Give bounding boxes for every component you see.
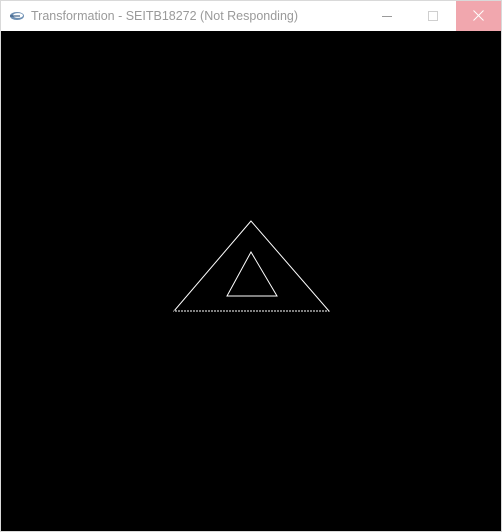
app-window: Transformation - SEITB18272 (Not Respond…: [0, 0, 502, 532]
maximize-icon: [428, 11, 438, 21]
minimize-icon: [382, 16, 392, 17]
title-bar[interactable]: Transformation - SEITB18272 (Not Respond…: [1, 1, 501, 31]
eclipse-app-icon: [10, 12, 24, 20]
drawing-surface: [172, 220, 331, 312]
maximize-button[interactable]: [410, 1, 455, 31]
close-button[interactable]: [456, 1, 501, 31]
outer-triangle: [172, 220, 331, 312]
minimize-button[interactable]: [364, 1, 409, 31]
drawing-canvas[interactable]: [1, 31, 501, 531]
window-title: Transformation - SEITB18272 (Not Respond…: [31, 9, 299, 23]
close-icon: [473, 10, 484, 21]
inner-triangle: [226, 250, 278, 297]
